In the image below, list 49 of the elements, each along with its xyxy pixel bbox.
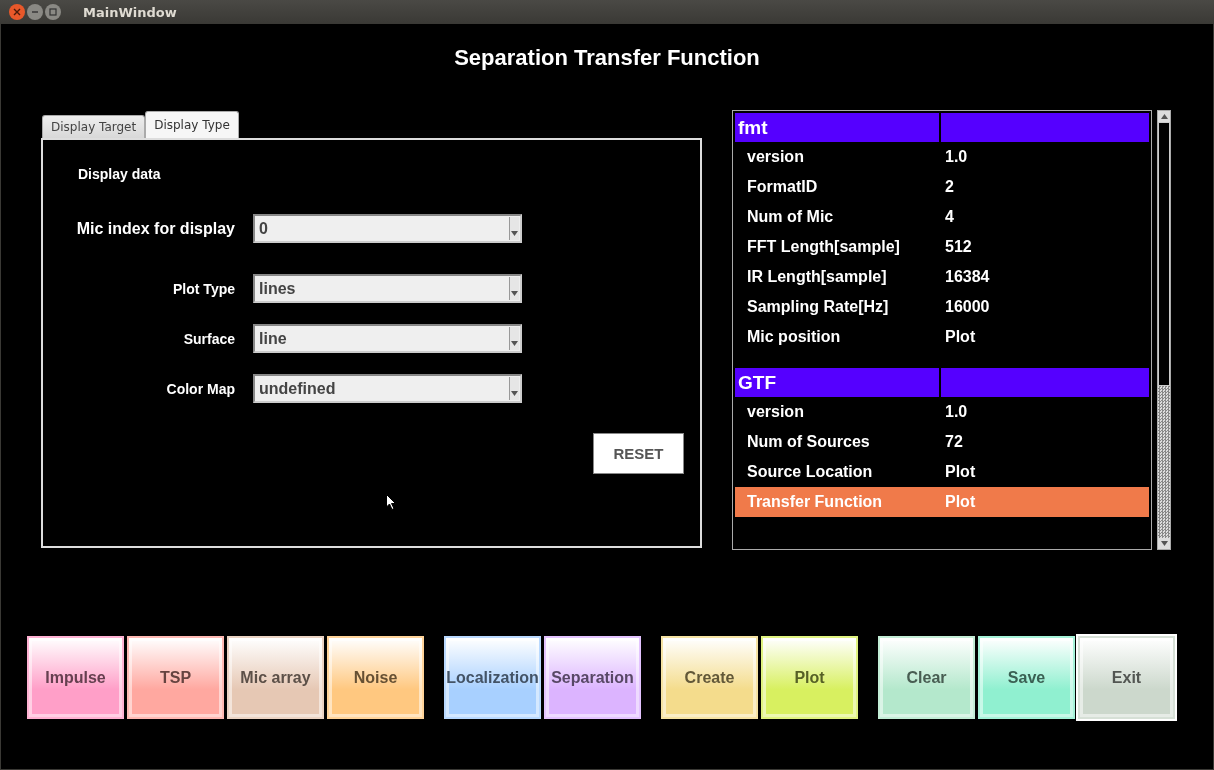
table-row[interactable]: version 1.0 <box>735 142 1149 172</box>
tab[interactable]: Display Target <box>42 115 146 138</box>
reset-button[interactable]: RESET <box>593 433 684 474</box>
dropdown[interactable]: 0 <box>253 214 522 243</box>
caret-icon <box>509 327 519 350</box>
action-button[interactable]: Noise <box>327 636 424 719</box>
table-row[interactable]: Mic position Plot <box>735 322 1149 352</box>
action-button[interactable]: TSP <box>127 636 224 719</box>
table-row[interactable]: FormatID 2 <box>735 172 1149 202</box>
page-heading: Separation Transfer Function <box>453 44 761 72</box>
action-button[interactable]: Mic array <box>227 636 324 719</box>
scrollbar[interactable] <box>1157 110 1171 550</box>
dropdown[interactable]: line <box>253 324 522 353</box>
tab[interactable]: Display Type <box>145 111 239 138</box>
action-button[interactable]: Create <box>661 636 758 719</box>
action-button[interactable]: Plot <box>761 636 858 719</box>
table-row[interactable]: Num of Sources 72 <box>735 427 1149 457</box>
table-row[interactable]: IR Length[sample] 16384 <box>735 262 1149 292</box>
cursor-icon <box>386 494 396 510</box>
table-row[interactable]: version 1.0 <box>735 397 1149 427</box>
section-header: fmt <box>735 113 939 142</box>
minimize-icon[interactable] <box>27 4 43 20</box>
table-row[interactable]: Num of Mic 4 <box>735 202 1149 232</box>
table-row[interactable]: Sampling Rate[Hz] 16000 <box>735 292 1149 322</box>
action-button[interactable]: Localization <box>444 636 541 719</box>
action-button[interactable]: Clear <box>878 636 975 719</box>
table-row[interactable]: Source Location Plot <box>735 457 1149 487</box>
action-button[interactable]: Separation <box>544 636 641 719</box>
field-label: Plot Type <box>172 280 235 297</box>
section-label: Display data <box>78 166 162 184</box>
close-icon[interactable] <box>9 4 25 20</box>
action-button[interactable]: Save <box>978 636 1075 719</box>
field-label: Color Map <box>165 380 235 397</box>
caret-icon <box>509 277 519 300</box>
maximize-icon[interactable] <box>45 4 61 20</box>
field-label: Mic index for display <box>75 219 235 238</box>
window-title: MainWindow <box>83 4 177 20</box>
dropdown[interactable]: undefined <box>253 374 522 403</box>
action-button[interactable]: Impulse <box>27 636 124 719</box>
caret-icon <box>509 217 519 240</box>
caret-icon <box>509 377 519 400</box>
scroll-down-icon[interactable] <box>1158 538 1170 549</box>
action-button[interactable]: Exit <box>1078 636 1175 719</box>
scroll-up-icon[interactable] <box>1158 111 1170 122</box>
field-label: Surface <box>182 330 235 347</box>
scroll-thumb[interactable] <box>1158 122 1170 386</box>
section-header: GTF <box>735 368 939 397</box>
dropdown[interactable]: lines <box>253 274 522 303</box>
table-row[interactable]: FFT Length[sample] 512 <box>735 232 1149 262</box>
